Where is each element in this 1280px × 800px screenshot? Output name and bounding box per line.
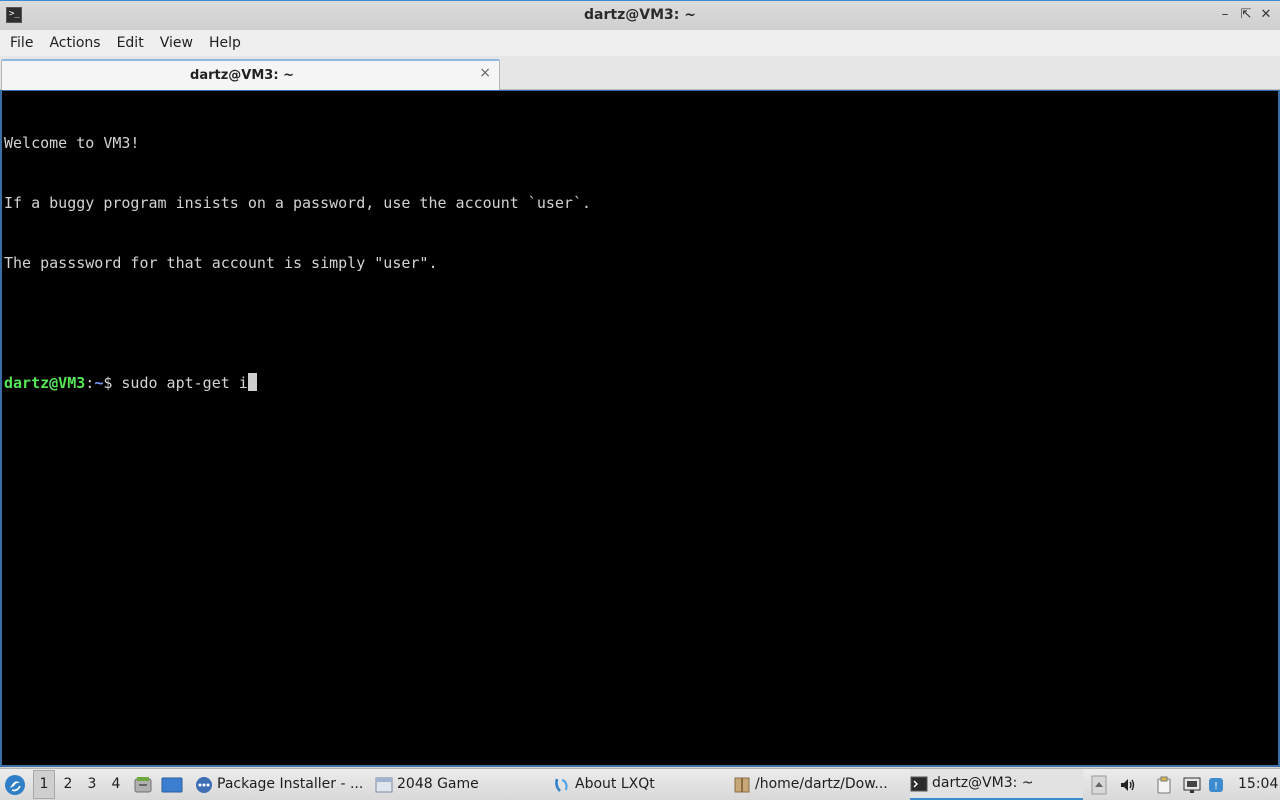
prompt-separator: : (85, 374, 95, 392)
task-terminal[interactable]: dartz@VM3: ~ (910, 769, 1083, 800)
menu-actions[interactable]: Actions (41, 31, 108, 55)
terminal-line: If a buggy program insists on a password… (4, 194, 591, 212)
task-label: 2048 Game (397, 776, 479, 792)
task-home-dartz-downloads[interactable]: /home/dartz/Dow... (733, 769, 903, 800)
clipboard-icon (1157, 776, 1171, 794)
clipboard-button[interactable] (1155, 776, 1173, 794)
minimize-button[interactable]: – (1216, 6, 1234, 24)
menu-help[interactable]: Help (201, 31, 249, 55)
volume-icon (1121, 779, 1135, 791)
maximize-button[interactable]: ⇱ (1237, 6, 1255, 24)
start-menu-button[interactable] (4, 769, 28, 800)
tray-expand-button[interactable] (1091, 775, 1107, 795)
network-icon (1183, 777, 1201, 793)
task-label: /home/dartz/Dow... (755, 776, 888, 792)
task-label: Package Installer - ... (217, 776, 364, 792)
notification-icon: ! (1209, 778, 1223, 792)
tab-close-button[interactable]: × (479, 65, 491, 81)
prompt-user-host: dartz@VM3 (4, 374, 86, 392)
workspace-1[interactable]: 1 (33, 770, 55, 799)
prompt-line: dartz@VM3:~$ sudo apt-get i (4, 373, 591, 393)
terminal-view[interactable]: Welcome to VM3! If a buggy program insis… (0, 90, 1280, 767)
lxqt-menu-icon (5, 775, 25, 795)
task-2048-game[interactable]: 2048 Game (375, 769, 545, 800)
package-installer-icon (196, 776, 212, 793)
terminal-line: The passsword for that account is simply… (4, 254, 438, 272)
workspace-3[interactable]: 3 (81, 769, 103, 800)
archive-icon (734, 777, 750, 792)
tab-bar: dartz@VM3: ~ × (0, 56, 1280, 90)
task-label: dartz@VM3: ~ (932, 775, 1034, 791)
task-about-lxqt[interactable]: About LXQt (553, 769, 723, 800)
text-cursor (247, 373, 257, 391)
menu-view[interactable]: View (152, 31, 201, 55)
task-label: About LXQt (575, 776, 655, 792)
taskbar: 1 2 3 4 Package Installer - ... 2048 Gam… (0, 768, 1280, 800)
menu-bar: File Actions Edit View Help (0, 30, 1280, 56)
window-title: dartz@VM3: ~ (584, 7, 696, 23)
file-manager-launcher[interactable] (133, 769, 155, 800)
chevron-up-icon (1091, 775, 1107, 795)
volume-button[interactable] (1119, 776, 1137, 794)
network-button[interactable] (1182, 776, 1201, 794)
menu-file[interactable]: File (2, 31, 41, 55)
task-package-installer[interactable]: Package Installer - ... (195, 769, 365, 800)
desktop-icon (161, 777, 183, 793)
terminal-line: Welcome to VM3! (4, 134, 140, 152)
lxqt-icon (555, 778, 568, 792)
title-bar: >_ dartz@VM3: ~ – ⇱ ✕ (0, 0, 1280, 30)
updates-button[interactable]: ! (1207, 776, 1225, 794)
workspace-4[interactable]: 4 (105, 769, 127, 800)
window-icon (375, 777, 393, 792)
close-button[interactable]: ✕ (1257, 6, 1275, 24)
typed-command: sudo apt-get i (121, 374, 248, 392)
file-manager-icon (134, 777, 152, 793)
prompt-symbol: $ (103, 374, 122, 392)
terminal-icon (910, 776, 928, 791)
menu-edit[interactable]: Edit (109, 31, 152, 55)
clock[interactable]: 15:04 (1238, 769, 1278, 800)
prompt-path: ~ (94, 374, 104, 392)
tab-terminal[interactable]: dartz@VM3: ~ × (1, 59, 500, 90)
svg-text:!: ! (1214, 781, 1218, 792)
tab-label: dartz@VM3: ~ (190, 68, 294, 83)
workspace-2[interactable]: 2 (57, 769, 79, 800)
show-desktop-button[interactable] (161, 769, 183, 800)
